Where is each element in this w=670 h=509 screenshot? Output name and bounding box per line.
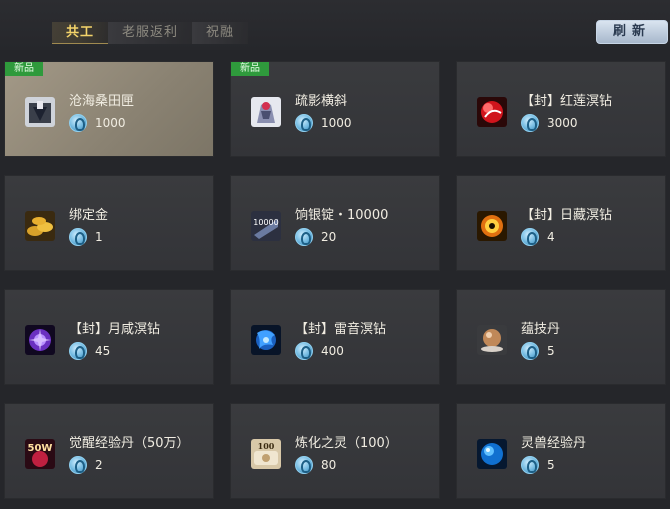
- price-row: 1000: [295, 113, 352, 133]
- price-row: 2: [69, 455, 103, 475]
- currency-icon: [521, 456, 539, 474]
- exp-icon-label: 50W: [28, 443, 53, 454]
- item-name: 【封】日藏溟钻: [521, 208, 613, 223]
- item-name: 饷银锭・10000: [295, 208, 389, 223]
- costume-icon: [251, 97, 281, 127]
- item-price: 2: [95, 458, 103, 472]
- item-name: 炼化之灵（100）: [295, 436, 398, 451]
- shop-item-card[interactable]: 绑定金 1: [4, 175, 214, 271]
- item-price: 3000: [547, 116, 578, 130]
- currency-icon: [69, 456, 87, 474]
- shop-item-card[interactable]: 100 炼化之灵（100） 80: [230, 403, 440, 499]
- item-name: 【封】月咸溟钻: [69, 322, 161, 337]
- thunder-gem-icon: [251, 325, 281, 355]
- pill-icon: [477, 325, 507, 355]
- item-price: 1: [95, 230, 103, 244]
- server-tabs: 共工 老服返利 祝融: [52, 22, 249, 44]
- shop-item-card[interactable]: 50W 觉醒经验丹（50万） 2: [4, 403, 214, 499]
- moon-gem-icon: [25, 325, 55, 355]
- item-price: 1000: [321, 116, 352, 130]
- shop-item-card[interactable]: 新品 疏影横斜 1000: [230, 61, 440, 157]
- currency-icon: [521, 114, 539, 132]
- tab-gonggong[interactable]: 共工: [52, 22, 109, 44]
- price-row: 20: [295, 227, 336, 247]
- sun-gem-icon: [477, 211, 507, 241]
- currency-icon: [69, 114, 87, 132]
- price-row: 3000: [521, 113, 578, 133]
- new-badge: 新品: [5, 62, 43, 76]
- currency-icon: [295, 342, 313, 360]
- item-name: 疏影横斜: [295, 94, 348, 109]
- shop-item-card[interactable]: 10000 饷银锭・10000 20: [230, 175, 440, 271]
- price-row: 400: [295, 341, 344, 361]
- tab-zhurong[interactable]: 祝融: [192, 22, 249, 44]
- spirit-icon-label: 100: [258, 441, 275, 451]
- currency-icon: [295, 456, 313, 474]
- price-row: 1000: [69, 113, 126, 133]
- price-row: 1: [69, 227, 103, 247]
- currency-icon: [295, 114, 313, 132]
- beast-exp-icon: [477, 439, 507, 469]
- item-name: 【封】红莲溟钻: [521, 94, 613, 109]
- red-gem-icon: [477, 97, 507, 127]
- exp-pill-icon: 50W: [25, 439, 55, 469]
- shop-item-card[interactable]: 【封】日藏溟钻 4: [456, 175, 666, 271]
- shop-item-card[interactable]: 新品 沧海桑田匣 1000: [4, 61, 214, 157]
- currency-icon: [69, 228, 87, 246]
- price-row: 80: [295, 455, 336, 475]
- price-row: 5: [521, 455, 555, 475]
- item-price: 20: [321, 230, 337, 244]
- item-price: 5: [547, 344, 555, 358]
- gold-coins-icon: [25, 211, 55, 241]
- silver-ingot-icon: 10000: [251, 211, 281, 241]
- item-name: 觉醒经验丹（50万）: [69, 436, 190, 451]
- item-name: 灵兽经验丹: [521, 436, 587, 451]
- item-name: 沧海桑田匣: [69, 94, 135, 109]
- currency-icon: [69, 342, 87, 360]
- new-badge: 新品: [231, 62, 269, 76]
- top-bar: 共工 老服返利 祝融 刷新: [0, 0, 670, 50]
- item-price: 5: [547, 458, 555, 472]
- ingot-icon-label: 10000: [253, 218, 278, 227]
- shop-item-card[interactable]: 灵兽经验丹 5: [456, 403, 666, 499]
- item-name: 【封】雷音溟钻: [295, 322, 387, 337]
- shop-item-card[interactable]: 【封】雷音溟钻 400: [230, 289, 440, 385]
- item-price: 45: [95, 344, 111, 358]
- item-price: 1000: [95, 116, 126, 130]
- refresh-button[interactable]: 刷新: [596, 20, 668, 44]
- item-price: 4: [547, 230, 555, 244]
- currency-icon: [521, 228, 539, 246]
- item-price: 80: [321, 458, 337, 472]
- refine-spirit-icon: 100: [251, 439, 281, 469]
- tab-old-server-rebate[interactable]: 老服返利: [108, 22, 193, 44]
- chest-icon: [25, 97, 55, 127]
- item-price: 400: [321, 344, 344, 358]
- currency-icon: [295, 228, 313, 246]
- shop-item-card[interactable]: 【封】红莲溟钻 3000: [456, 61, 666, 157]
- price-row: 5: [521, 341, 555, 361]
- price-row: 4: [521, 227, 555, 247]
- item-name: 蕴技丹: [521, 322, 561, 337]
- item-name: 绑定金: [69, 208, 109, 223]
- shop-item-card[interactable]: 【封】月咸溟钻 45: [4, 289, 214, 385]
- currency-icon: [521, 342, 539, 360]
- price-row: 45: [69, 341, 110, 361]
- shop-item-card[interactable]: 蕴技丹 5: [456, 289, 666, 385]
